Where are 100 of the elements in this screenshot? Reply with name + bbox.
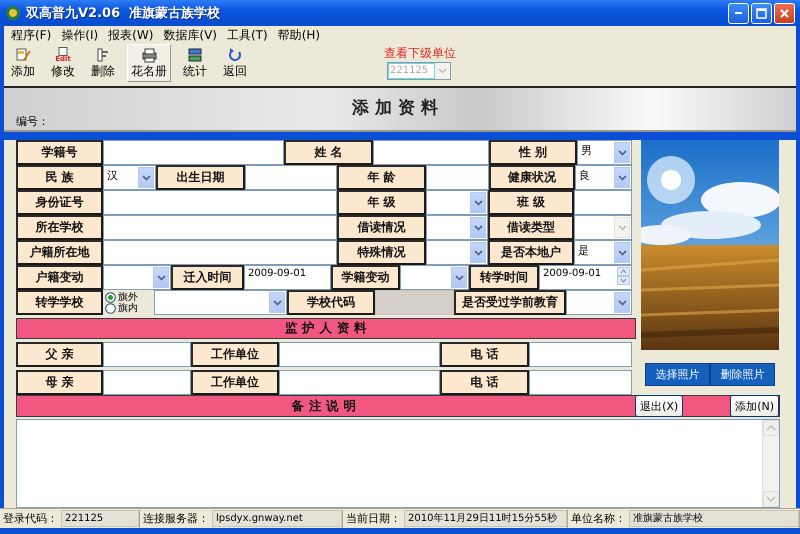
status-value: 2010年11月29日11时15分55秒 bbox=[404, 510, 567, 527]
minimize-icon bbox=[735, 12, 742, 14]
dropdown[interactable] bbox=[426, 240, 488, 265]
input-field[interactable] bbox=[529, 370, 632, 395]
minimize-button[interactable] bbox=[728, 2, 749, 24]
dialog-button[interactable]: 退出(X) bbox=[635, 395, 684, 417]
chevron-down-icon bbox=[474, 250, 482, 256]
toolbar-button[interactable]: 添加 bbox=[7, 44, 39, 82]
input-field[interactable] bbox=[245, 165, 337, 190]
dropdown[interactable]: 良 bbox=[575, 165, 632, 190]
menu-item[interactable]: 数据库(V) bbox=[158, 26, 222, 44]
form-title: 添 加 资 料 bbox=[352, 97, 438, 119]
date-field[interactable]: 2009-09-01 bbox=[539, 265, 632, 290]
input-field[interactable] bbox=[103, 215, 337, 240]
toolbar-button[interactable]: 删除 bbox=[87, 44, 119, 82]
close-button[interactable] bbox=[774, 2, 795, 24]
status-label: 单位名称： bbox=[571, 511, 626, 526]
printer-icon bbox=[141, 46, 157, 62]
menu-item[interactable]: 工具(T) bbox=[222, 26, 273, 44]
date-field[interactable]: 2009-09-01 bbox=[244, 265, 331, 290]
dropdown[interactable] bbox=[426, 215, 488, 240]
field-label: 年 级 bbox=[337, 190, 426, 215]
radio-button[interactable]: 旗内 bbox=[105, 302, 154, 314]
input-field[interactable] bbox=[426, 165, 489, 190]
field-label: 是否本地户 bbox=[488, 240, 574, 265]
field-label: 姓 名 bbox=[284, 140, 373, 165]
field-label: 电 话 bbox=[440, 342, 529, 367]
status-label: 连接服务器： bbox=[143, 511, 209, 526]
dropdown[interactable] bbox=[566, 290, 632, 315]
chevron-down-icon bbox=[438, 68, 447, 74]
window-title: 双高普九V2.06 准旗蒙古族学校 bbox=[26, 4, 222, 22]
photo-button[interactable]: 删除照片 bbox=[710, 363, 775, 386]
chevron-down-icon bbox=[474, 200, 482, 206]
status-value: lpsdyx.gnway.net bbox=[212, 510, 342, 527]
dropdown[interactable]: 男 bbox=[577, 140, 632, 165]
refresh-icon bbox=[227, 46, 243, 62]
chevron-down-icon bbox=[618, 250, 626, 256]
input-field[interactable] bbox=[103, 140, 284, 165]
chevron-down-icon bbox=[618, 224, 626, 230]
menu-item[interactable]: 帮助(H) bbox=[272, 26, 326, 44]
field-label: 学籍号 bbox=[16, 140, 103, 165]
radio-icon bbox=[105, 292, 116, 302]
window-stack-icon bbox=[187, 46, 203, 62]
field-label: 健康状况 bbox=[489, 165, 575, 190]
input-field[interactable] bbox=[103, 190, 337, 215]
dropdown[interactable] bbox=[154, 290, 287, 315]
scroll-down-icon[interactable] bbox=[763, 491, 779, 507]
field-label: 班 级 bbox=[488, 190, 574, 215]
scroll-up-icon[interactable] bbox=[763, 420, 779, 436]
input-field[interactable] bbox=[279, 342, 440, 367]
chevron-down-icon bbox=[474, 224, 482, 230]
input-field[interactable] bbox=[103, 240, 337, 265]
dialog-button[interactable]: 添加(N) bbox=[730, 395, 779, 417]
dropdown[interactable] bbox=[103, 265, 171, 290]
input-field[interactable] bbox=[574, 190, 632, 215]
chevron-down-icon bbox=[618, 150, 626, 156]
status-value: 221125 bbox=[61, 510, 139, 527]
input-field[interactable] bbox=[103, 370, 191, 395]
field-label: 电 话 bbox=[440, 370, 529, 395]
toolbar-button[interactable]: 返回 bbox=[219, 44, 251, 82]
dropdown[interactable] bbox=[400, 265, 469, 290]
close-icon bbox=[779, 8, 790, 18]
field-label: 年 龄 bbox=[337, 165, 426, 190]
toolbar-button[interactable]: 统计 bbox=[179, 44, 211, 82]
maximize-button[interactable] bbox=[751, 2, 772, 24]
field-label: 母 亲 bbox=[16, 370, 103, 395]
field-label: 借读类型 bbox=[488, 215, 574, 240]
input-field[interactable] bbox=[373, 140, 489, 165]
dropdown[interactable]: 是 bbox=[574, 240, 632, 265]
field-label: 身份证号 bbox=[16, 190, 103, 215]
status-value: 准旗蒙古族学校 bbox=[629, 510, 799, 527]
photo-button[interactable]: 选择照片 bbox=[645, 363, 710, 386]
menu-item[interactable]: 操作(I) bbox=[56, 26, 104, 44]
field-label: 父 亲 bbox=[16, 342, 103, 367]
toolbar-button[interactable]: 花名册 bbox=[127, 44, 171, 82]
input-field[interactable] bbox=[279, 370, 440, 395]
field-label: 特殊情况 bbox=[337, 240, 426, 265]
field-label: 是否受过学前教育 bbox=[454, 290, 566, 315]
radio-button[interactable]: 旗外 bbox=[105, 292, 154, 302]
menu-item[interactable]: 程序(F) bbox=[6, 26, 56, 44]
dropdown[interactable] bbox=[426, 190, 488, 215]
input-field[interactable] bbox=[103, 342, 191, 367]
field-label: 性 别 bbox=[489, 140, 577, 165]
picker-label: 查看下级单位 bbox=[384, 45, 456, 62]
chevron-down-icon bbox=[272, 300, 282, 306]
add-document-icon bbox=[15, 46, 31, 62]
field-label: 借读情况 bbox=[337, 215, 426, 240]
app-icon bbox=[5, 5, 21, 21]
field-label: 工作单位 bbox=[191, 370, 279, 395]
dropdown[interactable]: 汉 bbox=[103, 165, 156, 190]
field-label: 民 族 bbox=[16, 165, 103, 190]
input-field[interactable] bbox=[529, 342, 632, 367]
spinner-icon[interactable] bbox=[617, 267, 630, 285]
field-label: 转学学校 bbox=[16, 290, 103, 315]
chevron-down-icon bbox=[618, 174, 626, 180]
field-label: 学校代码 bbox=[287, 290, 375, 315]
text-area[interactable] bbox=[16, 419, 780, 508]
field-label: 工作单位 bbox=[191, 342, 279, 367]
menu-item[interactable]: 报表(W) bbox=[103, 26, 158, 44]
field-label: 户籍变动 bbox=[16, 265, 103, 290]
